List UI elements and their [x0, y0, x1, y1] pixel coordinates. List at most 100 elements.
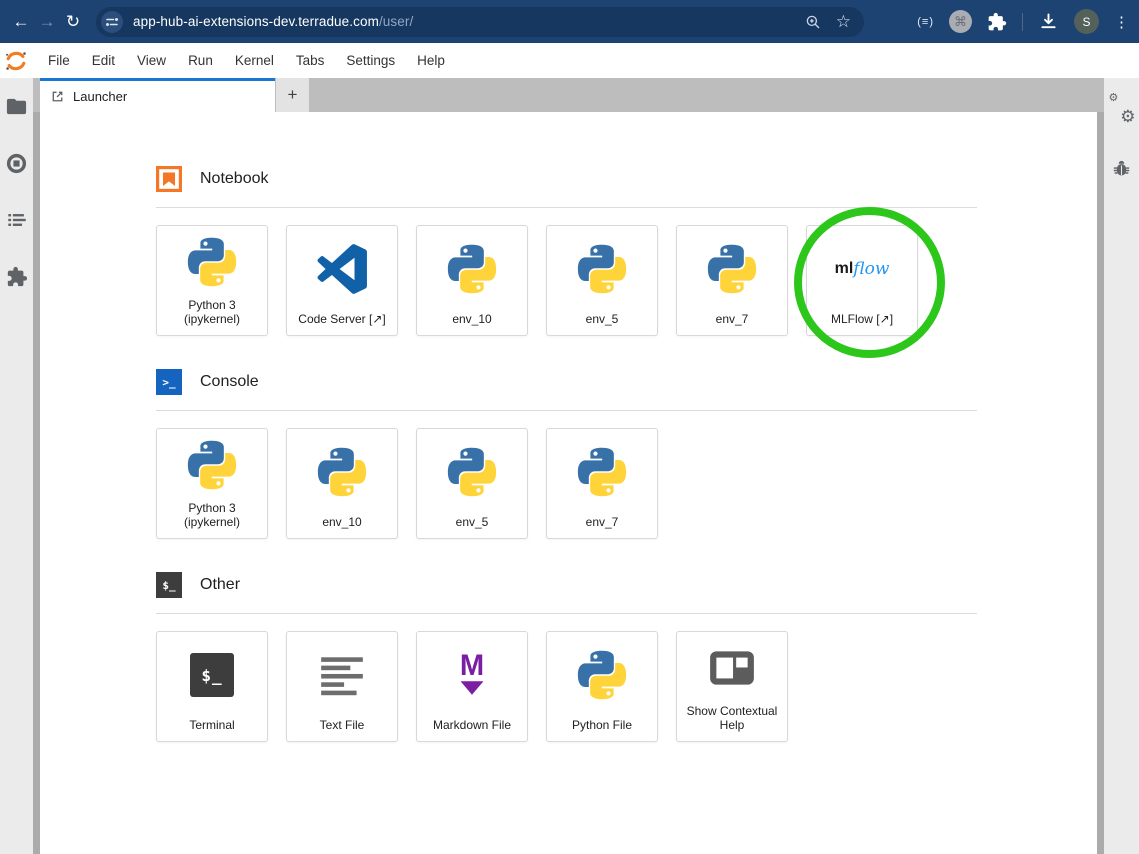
- console-icon: >_: [156, 369, 182, 395]
- python-icon: [157, 226, 267, 298]
- launcher-card-show-contextual-help[interactable]: Show Contextual Help: [676, 631, 788, 742]
- launcher-card-label: Code Server [↗]: [295, 312, 388, 326]
- launcher-card-env-7[interactable]: env_7: [546, 428, 658, 539]
- section-divider: [156, 207, 977, 208]
- launcher-section-console: >_ Console Python 3 (ipykernel) env_10 env…: [156, 369, 977, 539]
- url-text[interactable]: app-hub-ai-extensions-dev.terradue.com/u…: [133, 14, 413, 29]
- python-icon: [547, 226, 657, 312]
- site-info-icon[interactable]: [101, 11, 123, 33]
- zoom-icon[interactable]: [804, 13, 822, 31]
- right-sidebar: ⚙⚙: [1104, 78, 1139, 854]
- launcher-content: Notebook Python 3 (ipykernel) Code Server…: [40, 112, 1097, 742]
- mlflow-icon: mlflow: [807, 226, 917, 312]
- launcher-card-env-10[interactable]: env_10: [416, 225, 528, 336]
- launcher-section-notebook: Notebook Python 3 (ipykernel) Code Server…: [156, 166, 977, 336]
- forward-icon[interactable]: →: [34, 12, 60, 32]
- left-sidebar: [0, 78, 33, 854]
- file-browser-folder-icon[interactable]: [5, 94, 29, 118]
- launcher-card-label: env_5: [583, 312, 622, 326]
- address-bar[interactable]: app-hub-ai-extensions-dev.terradue.com/u…: [96, 7, 864, 37]
- terminal-icon: $_: [157, 632, 267, 718]
- jupyter-menubar: File Edit View Run Kernel Tabs Settings …: [0, 43, 1139, 78]
- menu-run[interactable]: Run: [177, 53, 224, 68]
- launcher-card-label: MLFlow [↗]: [828, 312, 896, 326]
- menu-edit[interactable]: Edit: [81, 53, 126, 68]
- launcher-panel: Notebook Python 3 (ipykernel) Code Server…: [33, 112, 1104, 854]
- launcher-card-label: Markdown File: [430, 718, 514, 732]
- menu-kernel[interactable]: Kernel: [224, 53, 285, 68]
- section-title: Notebook: [200, 170, 269, 188]
- tab-launcher[interactable]: Launcher: [40, 78, 275, 112]
- menu-file[interactable]: File: [37, 53, 81, 68]
- new-tab-button[interactable]: +: [276, 78, 309, 112]
- launcher-tab-icon: [50, 89, 65, 104]
- running-kernels-icon[interactable]: [5, 151, 29, 175]
- back-icon[interactable]: ←: [8, 12, 34, 32]
- launcher-card-label: Show Contextual Help: [677, 704, 787, 732]
- python-icon: [547, 429, 657, 515]
- browser-menu-icon[interactable]: ⋮: [1114, 13, 1129, 31]
- launcher-card-python-file[interactable]: Python File: [546, 631, 658, 742]
- python-icon: [417, 429, 527, 515]
- console-cards-row: Python 3 (ipykernel) env_10 env_5 env_7: [156, 428, 977, 539]
- browser-chrome: ← → ↻ app-hub-ai-extensions-dev.terradue…: [0, 0, 1139, 43]
- launcher-card-code-server[interactable]: Code Server [↗]: [286, 225, 398, 336]
- markdown-icon: M: [417, 632, 527, 718]
- launcher-card-label: Terminal: [186, 718, 237, 732]
- launcher-card-label: env_7: [713, 312, 752, 326]
- reading-list-icon[interactable]: (≡): [917, 16, 934, 28]
- python-icon: [677, 226, 787, 312]
- section-divider: [156, 613, 977, 614]
- notebook-icon: [156, 166, 182, 192]
- other-icon: $_: [156, 572, 182, 598]
- launcher-card-label: Python 3 (ipykernel): [157, 501, 267, 529]
- launcher-card-env-5[interactable]: env_5: [546, 225, 658, 336]
- launcher-card-terminal[interactable]: $_Terminal: [156, 631, 268, 742]
- menu-help[interactable]: Help: [406, 53, 456, 68]
- url-path: /user/: [379, 14, 413, 29]
- launcher-card-label: env_7: [583, 515, 622, 529]
- section-title: Other: [200, 576, 240, 594]
- launcher-tab-label: Launcher: [73, 89, 127, 104]
- menu-view[interactable]: View: [126, 53, 177, 68]
- launcher-card-label: env_10: [449, 312, 494, 326]
- launcher-card-markdown-file[interactable]: M Markdown File: [416, 631, 528, 742]
- bookmark-star-icon[interactable]: ☆: [836, 13, 851, 30]
- launcher-card-python-3-ipykernel[interactable]: Python 3 (ipykernel): [156, 225, 268, 336]
- section-divider: [156, 410, 977, 411]
- textfile-icon: [287, 632, 397, 718]
- launcher-card-label: Python File: [569, 718, 635, 732]
- property-inspector-gears-icon[interactable]: ⚙⚙: [1110, 96, 1134, 120]
- reload-icon[interactable]: ↻: [60, 12, 86, 32]
- extensions-puzzle-icon[interactable]: [987, 12, 1007, 32]
- debugger-bug-icon[interactable]: [1110, 156, 1134, 180]
- separator: [1022, 13, 1023, 31]
- launcher-card-label: env_10: [319, 515, 364, 529]
- launcher-card-python-3-ipykernel[interactable]: Python 3 (ipykernel): [156, 428, 268, 539]
- launcher-card-label: env_5: [453, 515, 492, 529]
- python-icon: [157, 429, 267, 501]
- launcher-card-label: Text File: [317, 718, 368, 732]
- extension-manager-puzzle-icon[interactable]: [5, 265, 29, 289]
- command-extension-icon[interactable]: ⌘: [949, 10, 972, 33]
- launcher-card-mlflow[interactable]: mlflowMLFlow [↗]: [806, 225, 918, 336]
- menu-tabs[interactable]: Tabs: [285, 53, 336, 68]
- launcher-card-label: Python 3 (ipykernel): [157, 298, 267, 326]
- launcher-card-text-file[interactable]: Text File: [286, 631, 398, 742]
- python-icon: [417, 226, 527, 312]
- section-title: Console: [200, 373, 259, 391]
- terradue-logo-icon: [5, 50, 27, 72]
- python-icon: [287, 429, 397, 515]
- menu-settings[interactable]: Settings: [335, 53, 406, 68]
- download-icon[interactable]: [1038, 11, 1059, 32]
- launcher-section-other: $_ Other $_TerminalText FileMMarkdown Fi…: [156, 572, 977, 742]
- launcher-card-env-10[interactable]: env_10: [286, 428, 398, 539]
- svg-text:M: M: [460, 650, 484, 682]
- vscode-icon: [287, 226, 397, 312]
- launcher-card-env-7[interactable]: env_7: [676, 225, 788, 336]
- table-of-contents-icon[interactable]: [5, 208, 29, 232]
- tab-bar: Launcher +: [33, 78, 1104, 112]
- launcher-card-env-5[interactable]: env_5: [416, 428, 528, 539]
- profile-avatar[interactable]: S: [1074, 9, 1099, 34]
- python-icon: [547, 632, 657, 718]
